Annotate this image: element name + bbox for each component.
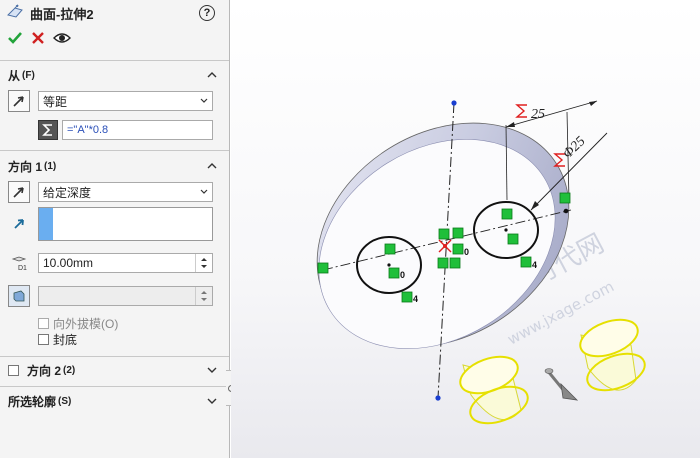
chevron-up-icon[interactable] (207, 161, 217, 171)
direction-vector-row (8, 207, 213, 241)
selected-contours-header[interactable]: 所选轮廓 (S) (0, 390, 229, 412)
svg-text:4: 4 (413, 294, 418, 304)
from-direction-icon[interactable] (8, 90, 30, 112)
surface-extrude-icon (6, 4, 24, 23)
direction2-title: 方向 2 (27, 363, 62, 378)
draft-angle-icon[interactable] (8, 285, 30, 307)
cap-end-option[interactable]: 封底 (38, 331, 77, 348)
preview-eye-icon[interactable] (53, 31, 71, 48)
selected-contours-title: 所选轮廓 (8, 394, 57, 409)
chevron-down-icon (200, 189, 208, 194)
cancel-x-icon[interactable] (31, 31, 45, 48)
property-manager: 曲面-拉伸2 ? 从 (F) 等距 ="A"*0.8 方向 1 (1) 给定深度… (0, 0, 230, 458)
direction1-title: 方向 1 (8, 159, 43, 174)
equation-field[interactable]: ="A"*0.8 (62, 120, 213, 140)
from-type-row: 等距 (8, 90, 213, 112)
ok-check-icon[interactable] (7, 31, 23, 48)
action-bar (0, 26, 229, 52)
cap-end-checkbox[interactable] (38, 334, 49, 345)
end-condition-row: 给定深度 (8, 181, 213, 203)
sigma-equation-icon[interactable] (38, 120, 58, 140)
help-icon[interactable]: ? (199, 5, 215, 21)
preview-cylinder-right (579, 318, 646, 392)
direction2-checkbox[interactable] (8, 364, 19, 376)
draft-row (8, 285, 213, 307)
end-condition-select[interactable]: 给定深度 (38, 182, 213, 202)
from-type-value: 等距 (43, 94, 68, 109)
dimension-25-value: 25 (531, 107, 545, 122)
chevron-down-icon[interactable] (207, 365, 217, 375)
direction1-key: (1) (44, 160, 57, 172)
from-section-key: (F) (22, 69, 35, 81)
extrude-direction-arrow[interactable] (544, 368, 579, 401)
depth-spinner[interactable] (195, 254, 212, 272)
depth-row: D1 10.00mm (8, 253, 213, 273)
from-section-header[interactable]: 从 (F) (0, 64, 229, 86)
draft-spinner[interactable] (195, 287, 212, 305)
draft-angle-input[interactable] (38, 286, 213, 306)
svg-text:4: 4 (532, 260, 537, 270)
draft-outward-option[interactable]: 向外拔模(O) (38, 315, 118, 332)
depth-value: 10.00mm (43, 256, 94, 270)
direction-arrow-icon (8, 217, 30, 231)
cap-end-label: 封底 (53, 333, 78, 347)
preview-cylinder-left (459, 355, 529, 425)
feature-header: 曲面-拉伸2 ? (0, 0, 229, 26)
direction1-header[interactable]: 方向 1 (1) (0, 155, 229, 177)
from-section-title: 从 (8, 68, 21, 83)
svg-text:0: 0 (400, 270, 405, 280)
feature-title: 曲面-拉伸2 (30, 6, 94, 22)
equation-value: ="A"*0.8 (67, 124, 109, 136)
svg-text:0: 0 (464, 247, 469, 257)
chevron-up-icon[interactable] (207, 70, 217, 80)
direction-vector-list[interactable] (38, 207, 213, 241)
sketch-canvas[interactable]: 机械时代网 www.jxage.com (231, 0, 700, 458)
direction2-header[interactable]: 方向 2 (2) (0, 359, 229, 381)
depth-icon: D1 (8, 255, 30, 271)
selection-highlight (39, 208, 53, 240)
draft-outward-label: 向外拔模(O) (53, 317, 119, 331)
reverse-direction-icon[interactable] (8, 181, 30, 203)
from-type-select[interactable]: 等距 (38, 91, 213, 111)
chevron-down-icon[interactable] (207, 396, 217, 406)
end-condition-value: 给定深度 (43, 185, 92, 200)
graphics-viewport[interactable]: 机械时代网 www.jxage.com (231, 0, 700, 458)
svg-text:D1: D1 (18, 265, 27, 271)
selected-contours-key: (S) (58, 395, 72, 407)
chevron-down-icon (200, 98, 208, 103)
depth-input[interactable]: 10.00mm (38, 253, 213, 273)
direction2-key: (2) (63, 364, 76, 376)
equation-row: ="A"*0.8 (38, 120, 213, 140)
draft-outward-checkbox[interactable] (38, 318, 49, 329)
dimension-phi25-value: Φ25 (560, 134, 588, 162)
